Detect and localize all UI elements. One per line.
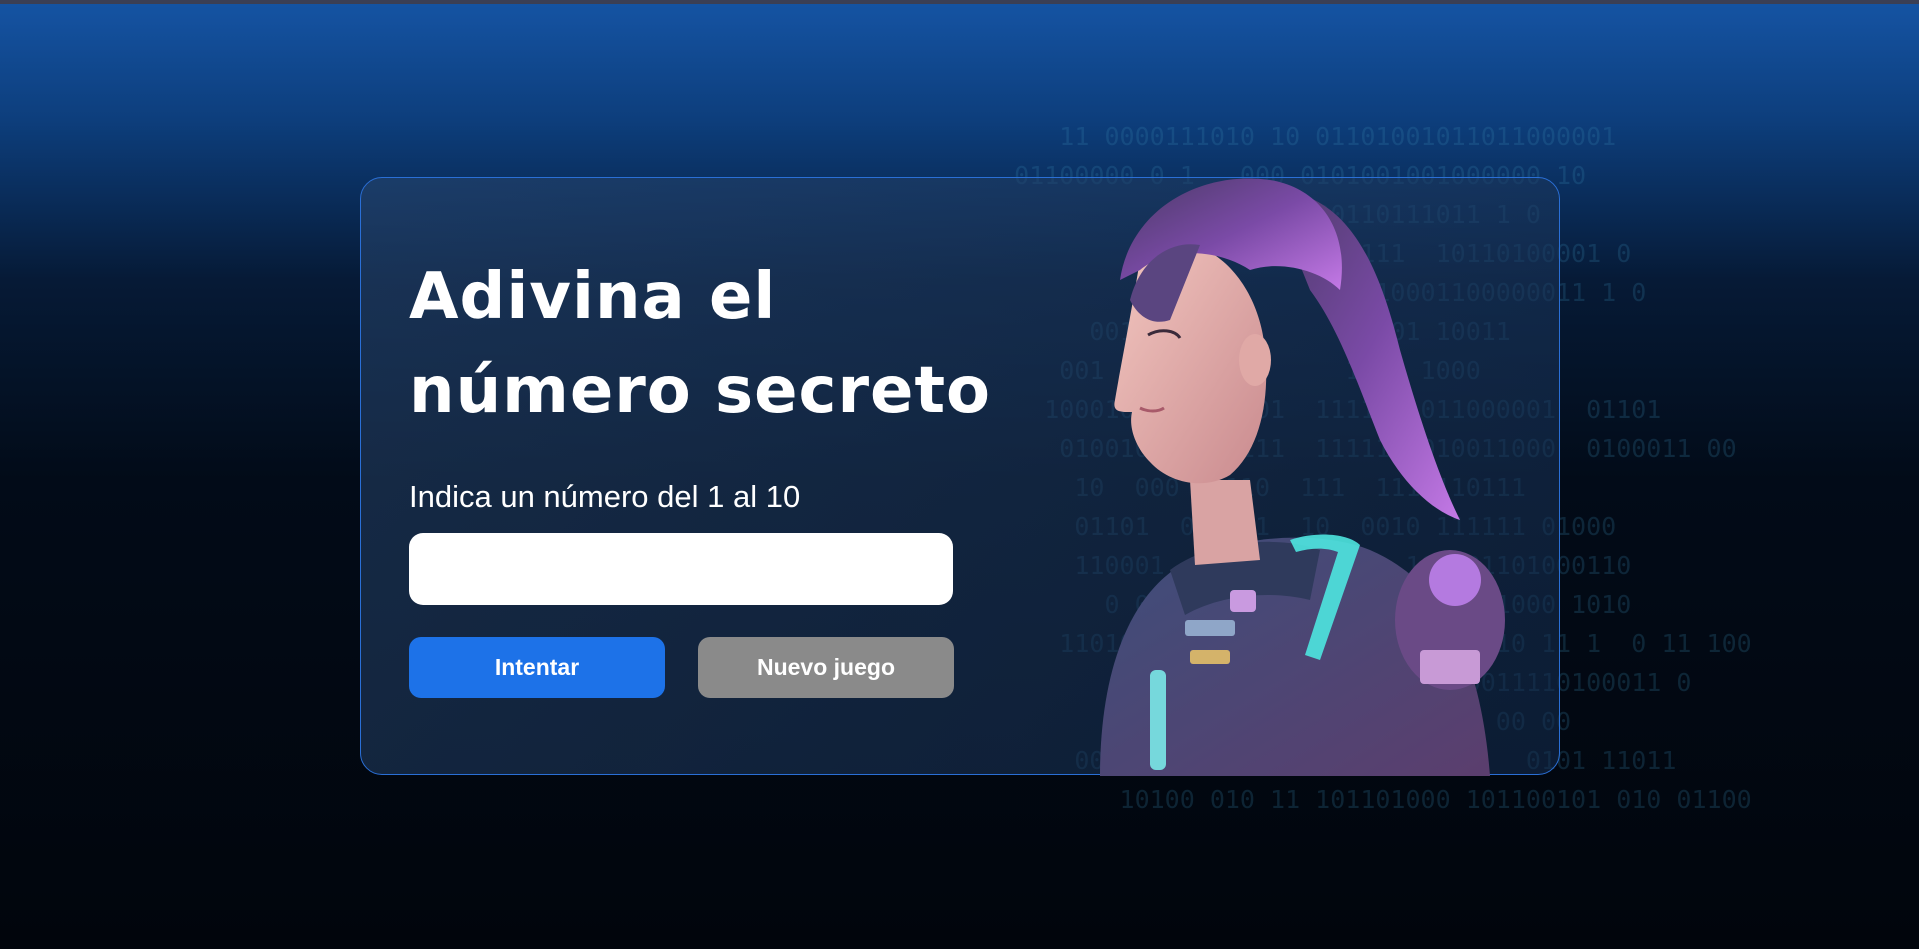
title-line-2: número secreto <box>409 354 991 428</box>
window-top-border <box>0 0 1919 4</box>
page-title: Adivina el número secreto <box>409 250 1009 438</box>
binary-spacer <box>969 0 1919 117</box>
astronaut-girl-illustration <box>1020 150 1550 776</box>
astronaut-girl-image <box>1100 178 1505 776</box>
number-prompt-label: Indica un número del 1 al 10 <box>409 479 801 514</box>
new-game-button[interactable]: Nuevo juego <box>698 637 954 698</box>
title-line-1: Adivina el <box>409 260 777 334</box>
try-button[interactable]: Intentar <box>409 637 665 698</box>
binary-row: 10100 010 11 101101000 101100101 010 011… <box>969 785 1752 814</box>
guess-input[interactable] <box>409 533 953 605</box>
